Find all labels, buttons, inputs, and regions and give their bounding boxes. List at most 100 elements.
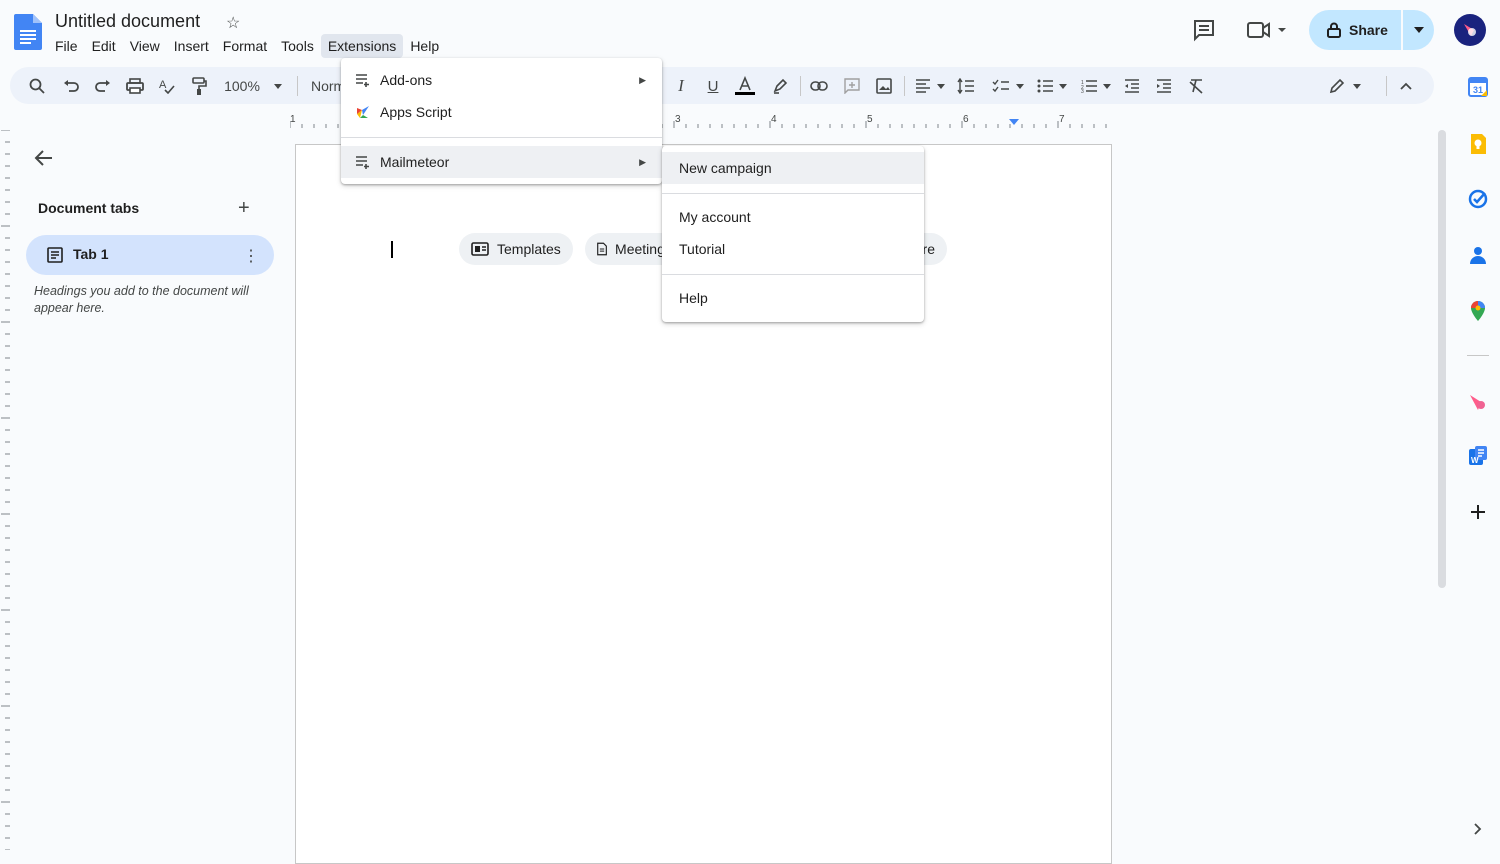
bulleted-list-icon <box>1037 79 1053 93</box>
decrease-indent-icon[interactable] <box>1123 76 1141 96</box>
back-arrow-icon[interactable] <box>33 147 55 169</box>
meeting-notes-icon <box>597 242 607 256</box>
underline-icon[interactable]: U <box>704 76 722 96</box>
line-spacing-icon[interactable] <box>957 76 975 96</box>
ruler-number: 4 <box>771 114 777 125</box>
star-icon[interactable]: ☆ <box>226 13 240 33</box>
ruler-number: 3 <box>675 114 681 125</box>
svg-text:3: 3 <box>1081 89 1084 93</box>
style-value: Normal text <box>311 78 341 94</box>
mailmeteor-submenu: New campaign My account Tutorial Help <box>662 146 924 322</box>
text-cursor <box>391 241 393 258</box>
comment-history-icon[interactable] <box>1192 18 1216 42</box>
document-tabs-heading: Document tabs <box>38 200 140 216</box>
share-dropdown-button[interactable] <box>1403 10 1434 50</box>
maps-icon[interactable] <box>1467 300 1489 322</box>
share-button[interactable]: Share <box>1309 10 1401 50</box>
tab-label: Tab 1 <box>73 246 109 262</box>
menu-item-help[interactable]: Help <box>662 282 924 314</box>
redo-icon[interactable] <box>94 76 112 96</box>
addons-icon <box>356 74 369 87</box>
highlight-icon[interactable] <box>771 76 789 96</box>
submenu-arrow-icon: ▶ <box>639 156 646 167</box>
numbered-list-icon: 123 <box>1081 80 1097 93</box>
chevron-down-icon <box>1103 83 1111 89</box>
templates-label: Templates <box>497 241 561 257</box>
style-select[interactable]: Normal text <box>311 76 341 96</box>
more-options-icon[interactable]: ⋮ <box>243 246 259 266</box>
spellcheck-icon[interactable]: A <box>158 76 176 96</box>
undo-icon[interactable] <box>62 76 80 96</box>
addon-list-icon <box>356 156 369 169</box>
insert-link-icon[interactable] <box>810 76 828 96</box>
add-comment-icon[interactable] <box>843 76 861 96</box>
ruler-number: 1 <box>290 114 296 125</box>
bulleted-list-select[interactable] <box>1034 76 1070 96</box>
svg-text:W: W <box>1471 456 1479 465</box>
tab-item[interactable] <box>26 235 274 275</box>
increase-indent-icon[interactable] <box>1155 76 1173 96</box>
side-panel-divider <box>1467 355 1489 356</box>
extensions-menu: Add-ons ▶ Apps Script Mailmeteor ▶ <box>341 58 662 184</box>
vertical-ruler[interactable] <box>0 130 10 850</box>
chevron-down-icon <box>273 83 282 89</box>
print-icon[interactable] <box>126 76 144 96</box>
templates-chip[interactable]: Templates <box>459 233 573 265</box>
menu-format[interactable]: Format <box>216 34 274 58</box>
document-tab-icon <box>47 247 63 263</box>
avatar[interactable] <box>1454 14 1486 46</box>
docs-logo-icon[interactable] <box>14 14 42 50</box>
italic-icon[interactable]: I <box>672 76 690 96</box>
menu-item-mailmeteor[interactable]: Mailmeteor ▶ <box>341 146 662 178</box>
paint-format-icon[interactable] <box>190 76 208 96</box>
svg-text:31: 31 <box>1473 85 1483 95</box>
mailmeteor-icon[interactable] <box>1467 391 1489 413</box>
keep-icon[interactable] <box>1467 133 1489 155</box>
contacts-icon[interactable] <box>1467 244 1489 266</box>
menu-item-my-account[interactable]: My account <box>662 201 924 233</box>
numbered-list-select[interactable]: 123 <box>1078 76 1114 96</box>
zoom-select[interactable]: 100% <box>220 76 286 96</box>
meet-icon[interactable] <box>1246 18 1290 42</box>
checklist-icon <box>992 79 1009 93</box>
headings-hint: Headings you add to the document will ap… <box>34 284 249 315</box>
ruler-number: 6 <box>963 114 969 125</box>
menu-help[interactable]: Help <box>403 34 446 58</box>
menu-item-addons[interactable]: Add-ons ▶ <box>341 64 662 96</box>
expand-panel-icon[interactable] <box>1467 820 1489 842</box>
add-addon-icon[interactable] <box>1467 501 1489 523</box>
chevron-down-icon <box>1016 83 1024 89</box>
align-left-icon <box>916 79 930 93</box>
apps-script-icon <box>357 106 369 118</box>
align-select[interactable] <box>914 76 946 96</box>
checklist-select[interactable] <box>990 76 1026 96</box>
hide-menus-icon[interactable] <box>1397 76 1415 96</box>
menu-item-tutorial[interactable]: Tutorial <box>662 233 924 265</box>
menu-file[interactable]: File <box>48 34 85 58</box>
text-color-icon[interactable] <box>734 76 756 96</box>
calendar-icon[interactable]: 31 <box>1467 76 1489 98</box>
menu-extensions[interactable]: Extensions <box>320 34 404 58</box>
menu-item-new-campaign[interactable]: New campaign <box>662 152 924 184</box>
document-title[interactable]: Untitled document <box>55 11 200 32</box>
search-menus-icon[interactable] <box>28 76 46 96</box>
menu-view[interactable]: View <box>123 34 167 58</box>
menu-item-apps-script[interactable]: Apps Script <box>341 96 662 128</box>
menu-insert[interactable]: Insert <box>167 34 216 58</box>
clear-formatting-icon[interactable] <box>1187 76 1205 96</box>
ruler-number: 7 <box>1059 114 1065 125</box>
submenu-arrow-icon: ▶ <box>639 74 646 85</box>
chevron-down-icon <box>1353 83 1361 89</box>
addon-document-icon[interactable]: W <box>1467 445 1489 467</box>
tasks-icon[interactable] <box>1467 188 1489 210</box>
scrollbar[interactable] <box>1438 130 1446 588</box>
templates-icon <box>471 242 489 256</box>
lock-icon <box>1327 22 1341 38</box>
editing-mode-select[interactable] <box>1325 76 1365 96</box>
add-tab-icon[interactable]: + <box>238 198 250 218</box>
menu-edit[interactable]: Edit <box>85 34 123 58</box>
menu-tools[interactable]: Tools <box>274 34 321 58</box>
chevron-down-icon <box>1059 83 1067 89</box>
zoom-value: 100% <box>224 78 260 94</box>
insert-image-icon[interactable] <box>875 76 893 96</box>
